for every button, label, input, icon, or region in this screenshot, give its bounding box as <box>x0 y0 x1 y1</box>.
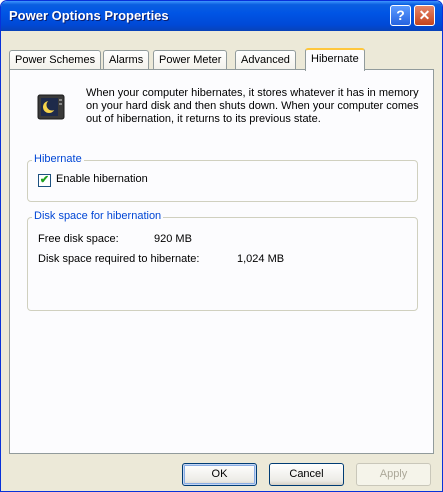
hibernate-group: Hibernate ✔ Enable hibernation <box>27 153 418 202</box>
disk-space-group-title: Disk space for hibernation <box>32 210 164 222</box>
hibernate-description: When your computer hibernates, it stores… <box>86 87 419 125</box>
free-disk-space-value: 920 MB <box>154 233 192 245</box>
tab-power-meter[interactable]: Power Meter <box>153 50 228 70</box>
tab-advanced[interactable]: Advanced <box>235 50 296 70</box>
hibernate-group-title: Hibernate <box>32 153 84 165</box>
checkmark-icon: ✔ <box>39 174 50 186</box>
apply-button[interactable]: Apply <box>356 463 431 486</box>
tab-hibernate[interactable]: Hibernate <box>305 48 365 71</box>
moon-monitor-icon <box>37 94 65 120</box>
enable-hibernation-label[interactable]: Enable hibernation <box>56 173 148 185</box>
tab-alarms[interactable]: Alarms <box>103 50 150 70</box>
title-bar[interactable]: Power Options Properties ? ✕ <box>1 1 442 31</box>
ok-button[interactable]: OK <box>182 463 257 486</box>
disk-space-group: Disk space for hibernation Free disk spa… <box>27 210 418 311</box>
tab-power-schemes[interactable]: Power Schemes <box>9 50 102 70</box>
enable-hibernation-checkbox[interactable]: ✔ <box>38 174 51 187</box>
required-disk-space-label: Disk space required to hibernate: <box>38 253 200 265</box>
help-button[interactable]: ? <box>390 5 411 26</box>
free-disk-space-label: Free disk space: <box>38 233 119 245</box>
hibernate-tab-panel: When your computer hibernates, it stores… <box>9 69 434 454</box>
power-options-window: Power Options Properties ? ✕ Power Schem… <box>0 0 443 492</box>
cancel-button[interactable]: Cancel <box>269 463 344 486</box>
close-icon: ✕ <box>418 7 431 23</box>
required-disk-space-value: 1,024 MB <box>237 253 285 265</box>
window-title: Power Options Properties <box>9 8 169 23</box>
close-button[interactable]: ✕ <box>414 5 435 26</box>
help-icon: ? <box>396 7 405 23</box>
